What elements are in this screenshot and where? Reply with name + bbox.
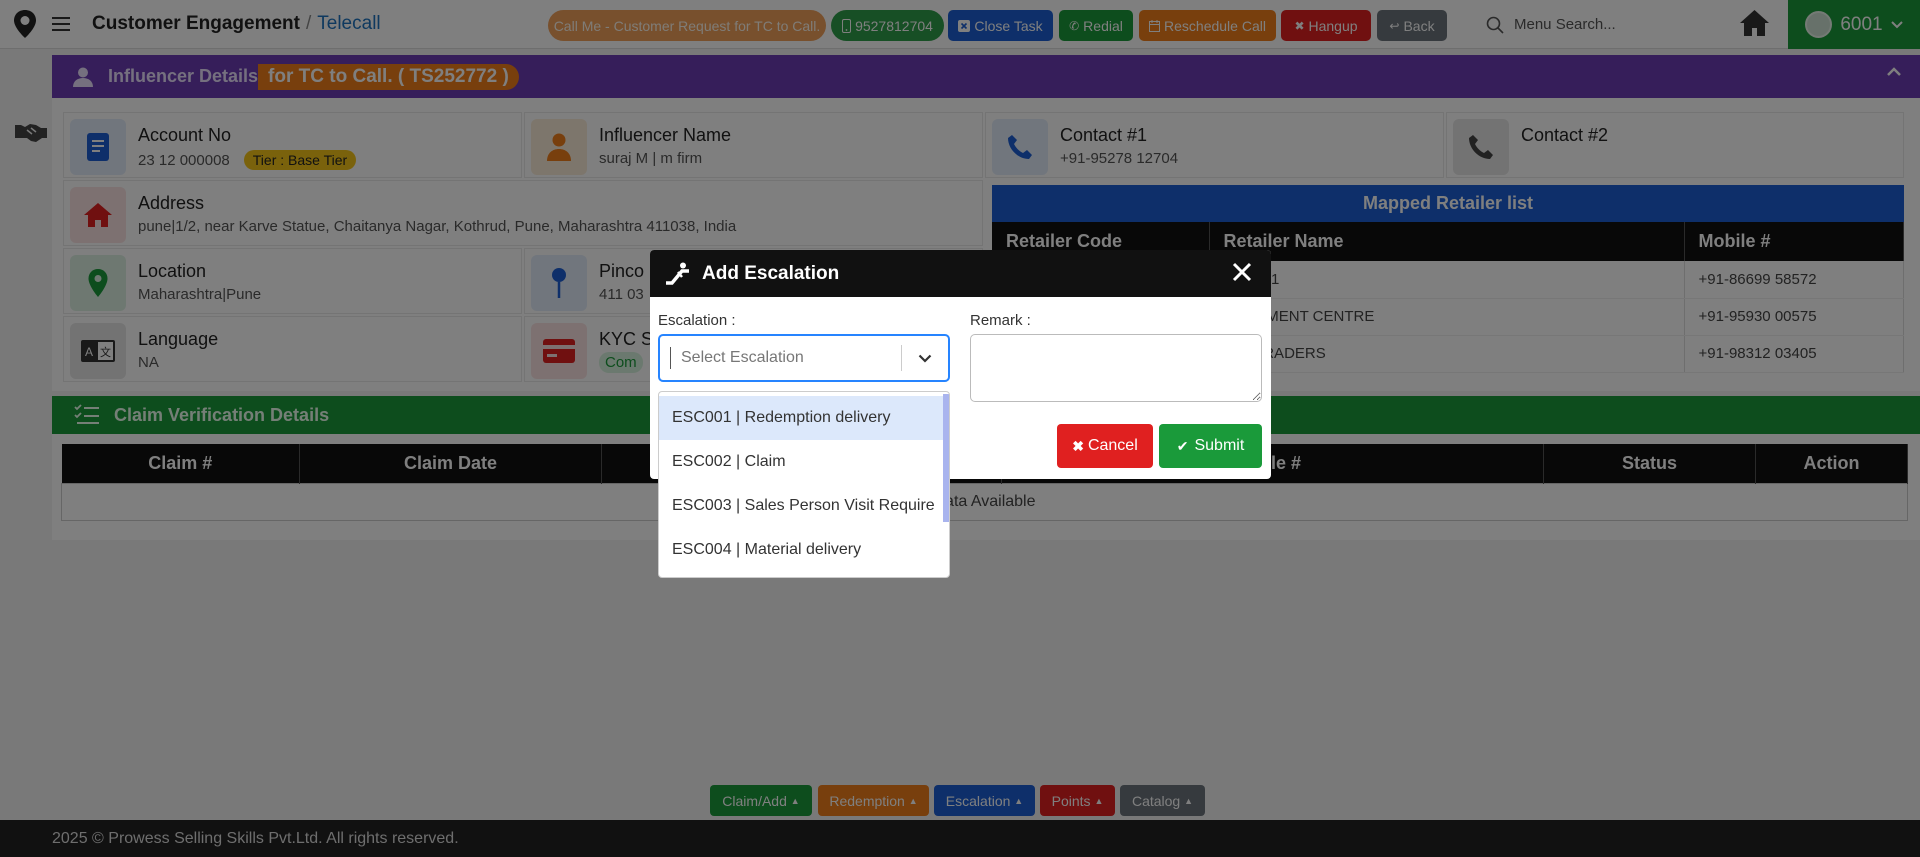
escalator-icon	[666, 262, 689, 285]
chevron-down-icon[interactable]	[902, 354, 948, 363]
dropdown-option[interactable]: ESC003 | Sales Person Visit Require	[659, 484, 949, 528]
dropdown-option[interactable]: ESC001 | Redemption delivery	[659, 396, 949, 440]
modal-title: Add Escalation	[702, 262, 840, 284]
check-icon: ✔	[1176, 437, 1189, 454]
escalation-label: Escalation :	[658, 312, 736, 329]
escalation-select[interactable]: Select Escalation	[658, 334, 950, 382]
submit-button[interactable]: ✔ Submit	[1159, 424, 1262, 468]
remark-textarea[interactable]	[970, 334, 1262, 402]
escalation-dropdown: ESC001 | Redemption delivery ESC002 | Cl…	[658, 391, 950, 578]
escalation-placeholder: Select Escalation	[670, 347, 901, 369]
cancel-button[interactable]: ✖ Cancel	[1057, 424, 1153, 468]
remark-label: Remark :	[970, 312, 1031, 329]
submit-label: Submit	[1194, 437, 1245, 454]
dropdown-option[interactable]: ESC004 | Material delivery	[659, 528, 949, 572]
close-icon[interactable]	[1231, 261, 1253, 283]
modal-header: Add Escalation	[650, 250, 1271, 297]
dropdown-option[interactable]: ESC002 | Claim	[659, 440, 949, 484]
close-icon: ✖	[1072, 437, 1084, 454]
cancel-label: Cancel	[1087, 437, 1138, 454]
dropdown-scrollbar[interactable]	[943, 394, 949, 522]
